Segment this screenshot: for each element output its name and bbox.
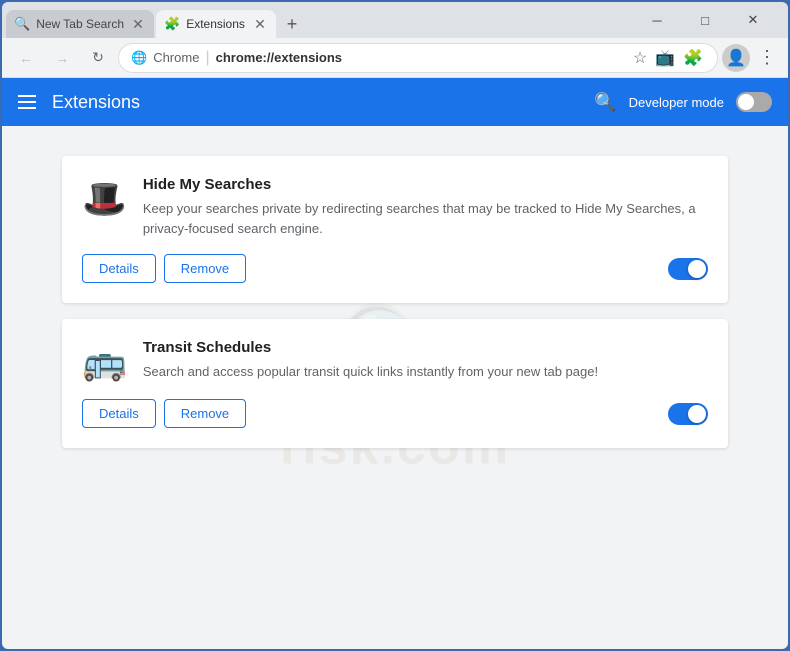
- tab-extensions[interactable]: 🧩 Extensions ✕: [156, 10, 276, 38]
- card-top-transit-schedules: 🚌 Transit Schedules Search and access po…: [82, 339, 708, 383]
- tab-extensions-icon: 🧩: [164, 16, 180, 32]
- transit-schedules-icon: 🚌: [82, 341, 127, 383]
- nav-bar: ← → ↻ 🌐 Chrome | chrome://extensions ☆ 📺…: [2, 38, 788, 78]
- transit-schedules-actions: Details Remove: [82, 399, 246, 428]
- developer-mode-label: Developer mode: [629, 95, 724, 110]
- close-button[interactable]: ✕: [730, 2, 776, 38]
- back-button[interactable]: ←: [10, 42, 42, 74]
- tab-extensions-title: Extensions: [186, 17, 246, 31]
- extensions-header-left: Extensions: [18, 92, 140, 113]
- transit-schedules-description: Search and access popular transit quick …: [143, 362, 708, 382]
- hamburger-line-1: [18, 95, 36, 97]
- address-chrome-label: Chrome: [153, 50, 199, 65]
- profile-avatar[interactable]: 👤: [722, 44, 750, 72]
- hide-my-searches-actions: Details Remove: [82, 254, 246, 283]
- tab-new-tab-search[interactable]: 🔍 New Tab Search ✕: [6, 10, 154, 38]
- card-bottom-hide-my-searches: Details Remove: [82, 254, 708, 283]
- tab-new-tab-search-title: New Tab Search: [36, 17, 124, 31]
- address-url: chrome://extensions: [216, 50, 342, 65]
- refresh-button[interactable]: ↻: [82, 42, 114, 74]
- hide-my-searches-info: Hide My Searches Keep your searches priv…: [143, 176, 708, 238]
- tabs-area: 🔍 New Tab Search ✕ 🧩 Extensions ✕ +: [2, 2, 630, 38]
- tab-extensions-close[interactable]: ✕: [252, 16, 268, 32]
- card-top-hide-my-searches: 🎩 Hide My Searches Keep your searches pr…: [82, 176, 708, 238]
- extension-icon[interactable]: 🧩: [681, 46, 705, 70]
- hide-my-searches-title: Hide My Searches: [143, 176, 708, 193]
- address-bar[interactable]: 🌐 Chrome | chrome://extensions ☆ 📺 🧩: [118, 43, 718, 73]
- browser-menu-button[interactable]: ⋮: [754, 43, 780, 72]
- new-tab-button[interactable]: +: [278, 10, 306, 38]
- hamburger-line-3: [18, 107, 36, 109]
- hide-my-searches-remove-button[interactable]: Remove: [164, 254, 246, 283]
- hamburger-menu-button[interactable]: [18, 95, 36, 109]
- hide-my-searches-toggle[interactable]: [668, 258, 708, 280]
- extensions-header: Extensions 🔍 Developer mode: [2, 78, 788, 126]
- address-right-icons: ☆ 📺 🧩: [631, 46, 705, 70]
- window-controls: ─ □ ✕: [630, 2, 780, 38]
- browser-window: 🔍 New Tab Search ✕ 🧩 Extensions ✕ + ─ □ …: [0, 0, 790, 651]
- transit-schedules-remove-button[interactable]: Remove: [164, 399, 246, 428]
- extensions-search-icon[interactable]: 🔍: [594, 92, 616, 113]
- extensions-header-right: 🔍 Developer mode: [594, 92, 772, 113]
- tab-new-tab-search-icon: 🔍: [14, 16, 30, 32]
- forward-button[interactable]: →: [46, 42, 78, 74]
- title-bar: 🔍 New Tab Search ✕ 🧩 Extensions ✕ + ─ □ …: [2, 2, 788, 38]
- tab-new-tab-search-close[interactable]: ✕: [130, 16, 146, 32]
- address-globe-icon: 🌐: [131, 50, 147, 66]
- extensions-page-title: Extensions: [52, 92, 140, 113]
- hamburger-line-2: [18, 101, 36, 103]
- extension-card-transit-schedules: 🚌 Transit Schedules Search and access po…: [62, 319, 728, 448]
- transit-schedules-toggle[interactable]: [668, 403, 708, 425]
- hide-my-searches-description: Keep your searches private by redirectin…: [143, 199, 708, 238]
- main-content: 🔍 risk.com 🎩 Hide My Searches Keep your …: [2, 126, 788, 649]
- hide-my-searches-icon: 🎩: [82, 178, 127, 220]
- bookmark-icon[interactable]: ☆: [631, 46, 649, 70]
- minimize-button[interactable]: ─: [634, 2, 680, 38]
- transit-schedules-details-button[interactable]: Details: [82, 399, 156, 428]
- cast-icon[interactable]: 📺: [653, 46, 677, 70]
- developer-mode-toggle[interactable]: [736, 92, 772, 112]
- maximize-button[interactable]: □: [682, 2, 728, 38]
- hide-my-searches-details-button[interactable]: Details: [82, 254, 156, 283]
- extension-card-hide-my-searches: 🎩 Hide My Searches Keep your searches pr…: [62, 156, 728, 303]
- address-divider: |: [205, 49, 209, 67]
- card-bottom-transit-schedules: Details Remove: [82, 399, 708, 428]
- transit-schedules-title: Transit Schedules: [143, 339, 708, 356]
- transit-schedules-info: Transit Schedules Search and access popu…: [143, 339, 708, 382]
